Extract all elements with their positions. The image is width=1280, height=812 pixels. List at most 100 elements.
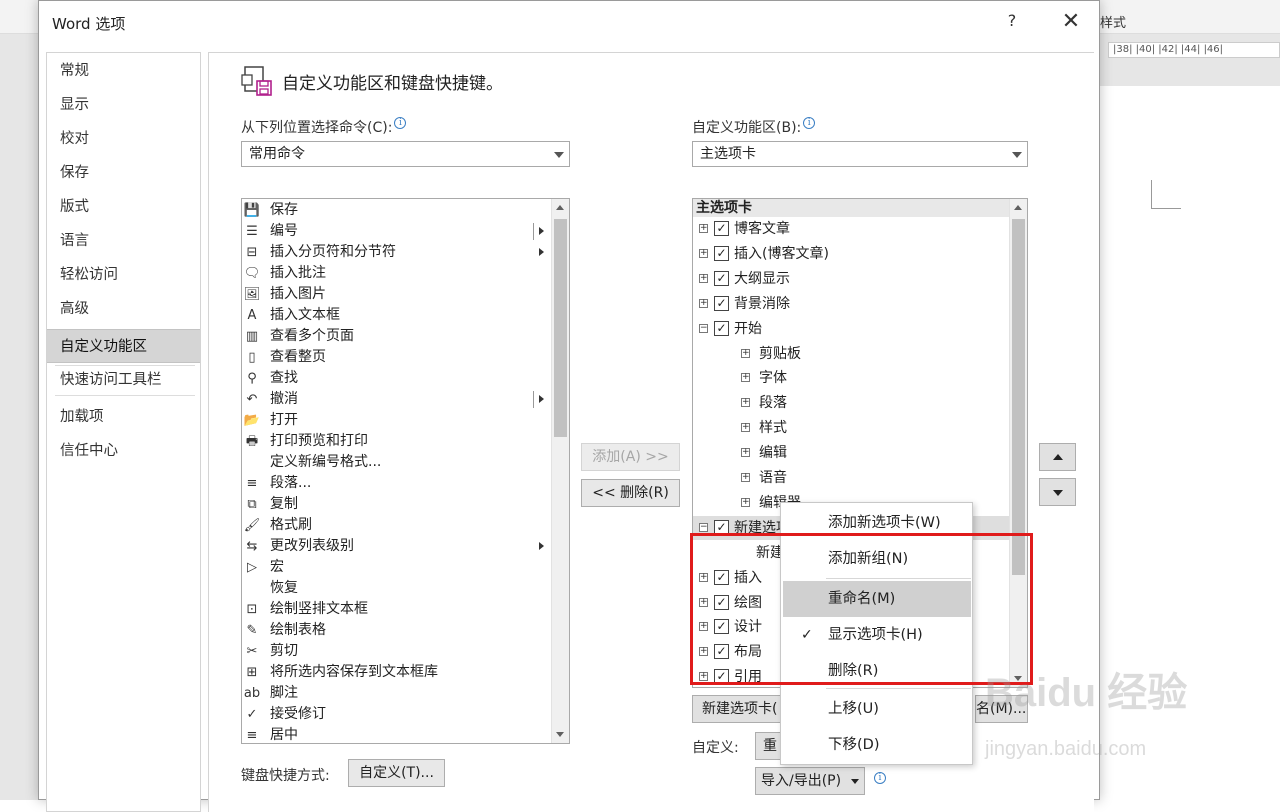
- watermark: Baidu 经验 jingyan.baidu.com: [985, 660, 1280, 780]
- command-label: 绘制表格: [270, 622, 326, 638]
- expand-icon[interactable]: +: [699, 298, 708, 308]
- sidebar-item[interactable]: 高级: [47, 292, 200, 326]
- ribbon-group-item[interactable]: + 剪贴板: [693, 342, 1010, 366]
- move-up-button[interactable]: [1039, 443, 1076, 471]
- tab-checkbox[interactable]: ✓: [714, 270, 729, 286]
- page-break-icon: ⊟: [246, 245, 258, 260]
- close-button[interactable]: ✕: [1059, 9, 1083, 35]
- command-item[interactable]: ⚲ 查找: [242, 368, 550, 389]
- expand-icon[interactable]: +: [741, 423, 750, 433]
- sidebar-item[interactable]: 常规: [47, 54, 200, 88]
- command-item[interactable]: ▥ 查看多个页面: [242, 326, 550, 347]
- expand-icon[interactable]: +: [699, 224, 708, 233]
- context-menu-item[interactable]: 上移(U): [783, 691, 971, 727]
- command-label: 段落...: [270, 475, 312, 491]
- command-item[interactable]: ▷ 宏: [242, 557, 550, 578]
- command-item[interactable]: ✓ 接受修订: [242, 704, 550, 725]
- command-item[interactable]: 🖶 打印预览和打印: [242, 431, 550, 452]
- ribbon-tab-item[interactable]: + ✓ 插入(博客文章): [693, 242, 1010, 266]
- command-item[interactable]: ⊡ 绘制竖排文本框: [242, 599, 550, 620]
- tree-header: 主选项卡: [693, 199, 1010, 217]
- command-item[interactable]: 💾 保存: [242, 200, 550, 221]
- sidebar-item[interactable]: 信任中心: [47, 434, 200, 468]
- sidebar-item[interactable]: 版式: [47, 190, 200, 224]
- expand-icon[interactable]: +: [741, 348, 750, 358]
- ribbon-group-item[interactable]: + 编辑: [693, 441, 1010, 465]
- command-label: 打印预览和打印: [270, 433, 368, 449]
- command-item[interactable]: 📂 打开: [242, 410, 550, 431]
- scroll-thumb[interactable]: [1012, 219, 1025, 575]
- collapse-icon[interactable]: −: [699, 323, 708, 333]
- add-button[interactable]: 添加(A) >>: [581, 443, 680, 471]
- remove-button[interactable]: << 删除(R): [581, 479, 680, 507]
- ribbon-group-item[interactable]: + 语音: [693, 466, 1010, 490]
- command-item[interactable]: A 插入文本框: [242, 305, 550, 326]
- help-button[interactable]: ?: [1001, 11, 1023, 35]
- dialog-title: Word 选项: [52, 15, 126, 33]
- expand-icon[interactable]: +: [699, 248, 708, 258]
- ribbon-group-item[interactable]: + 样式: [693, 416, 1010, 440]
- sidebar-item[interactable]: 语言: [47, 224, 200, 258]
- command-item[interactable]: ⊞ 将所选内容保存到文本框库: [242, 662, 550, 683]
- scroll-thumb[interactable]: [554, 219, 567, 437]
- command-item[interactable]: 🗨 插入批注: [242, 263, 550, 284]
- command-item[interactable]: ⊟ 插入分页符和分节符: [242, 242, 550, 263]
- annotation-highlight-box: [690, 533, 1033, 685]
- command-item[interactable]: 🖌 格式刷: [242, 515, 550, 536]
- sidebar-item[interactable]: 显示: [47, 88, 200, 122]
- customize-shortcuts-button[interactable]: 自定义(T)...: [348, 759, 445, 787]
- sidebar-item[interactable]: 校对: [47, 122, 200, 156]
- command-item[interactable]: ⧉ 复制: [242, 494, 550, 515]
- ribbon-group-item[interactable]: + 段落: [693, 391, 1010, 415]
- sidebar-item[interactable]: 加载项: [47, 400, 200, 434]
- ribbon-tab-item[interactable]: + ✓ 博客文章: [693, 217, 1010, 241]
- footnote-icon: ab: [243, 686, 261, 701]
- collapse-icon[interactable]: −: [699, 522, 708, 532]
- command-item[interactable]: 恢复: [242, 578, 550, 599]
- new-tab-button[interactable]: 新建选项卡(: [692, 695, 787, 723]
- sidebar-item[interactable]: 轻松访问: [47, 258, 200, 292]
- tab-checkbox[interactable]: ✓: [714, 245, 729, 261]
- command-item[interactable]: 🖼 插入图片: [242, 284, 550, 305]
- expand-icon[interactable]: +: [741, 448, 750, 458]
- tab-checkbox[interactable]: ✓: [714, 221, 729, 236]
- move-down-button[interactable]: [1039, 478, 1076, 506]
- expand-icon[interactable]: +: [741, 497, 750, 507]
- ribbon-tab-item[interactable]: + ✓ 背景消除: [693, 292, 1010, 316]
- info-icon[interactable]: i: [803, 117, 816, 129]
- command-item[interactable]: ⇆ 更改列表级别: [242, 536, 550, 557]
- context-menu-item[interactable]: 下移(D): [783, 727, 971, 763]
- command-item[interactable]: ↶ 撤消: [242, 389, 550, 410]
- command-item[interactable]: ≡ 段落...: [242, 473, 550, 494]
- scroll-down-arrow-icon[interactable]: [552, 725, 569, 743]
- command-item[interactable]: ab 脚注: [242, 683, 550, 704]
- expand-icon[interactable]: +: [699, 273, 708, 283]
- tab-checkbox[interactable]: ✓: [714, 295, 729, 311]
- command-item[interactable]: ✂ 剪切: [242, 641, 550, 662]
- commands-list[interactable]: 💾 保存 ☰ 编号 ⊟ 插入分页符和分节符 🗨 插入批注 🖼 插入图片 A 插入文本框 ▥ 查看多个页面 ▯…: [241, 198, 570, 744]
- import-export-button[interactable]: 导入/导出(P): [755, 767, 865, 795]
- customize-ribbon-label: 自定义功能区(B): i: [692, 117, 816, 137]
- ribbon-tab-item[interactable]: + ✓ 大纲显示: [693, 267, 1010, 291]
- expand-icon[interactable]: +: [741, 373, 750, 383]
- commands-scrollbar[interactable]: [551, 199, 569, 743]
- command-item[interactable]: ☰ 编号: [242, 221, 550, 242]
- info-icon[interactable]: i: [874, 772, 886, 784]
- sidebar-item[interactable]: 快速访问工具栏: [47, 363, 200, 397]
- sidebar-item[interactable]: 自定义功能区: [47, 329, 200, 363]
- customize-ribbon-dropdown[interactable]: 主选项卡: [692, 141, 1028, 167]
- ribbon-group-item[interactable]: + 字体: [693, 366, 1010, 390]
- command-item[interactable]: ▯ 查看整页: [242, 347, 550, 368]
- expand-icon[interactable]: +: [741, 398, 750, 408]
- command-item[interactable]: ✎ 绘制表格: [242, 620, 550, 641]
- tab-checkbox[interactable]: ✓: [714, 320, 729, 336]
- expand-icon[interactable]: +: [741, 473, 750, 482]
- ribbon-tab-item[interactable]: − ✓ 开始: [693, 317, 1010, 341]
- command-item[interactable]: ≡ 居中: [242, 725, 550, 743]
- sidebar-item[interactable]: 保存: [47, 156, 200, 190]
- choose-commands-dropdown[interactable]: 常用命令: [241, 141, 570, 167]
- scroll-up-arrow-icon[interactable]: [1010, 199, 1027, 217]
- info-icon[interactable]: i: [394, 117, 407, 129]
- scroll-up-arrow-icon[interactable]: [552, 199, 569, 217]
- command-item[interactable]: 定义新编号格式...: [242, 452, 550, 473]
